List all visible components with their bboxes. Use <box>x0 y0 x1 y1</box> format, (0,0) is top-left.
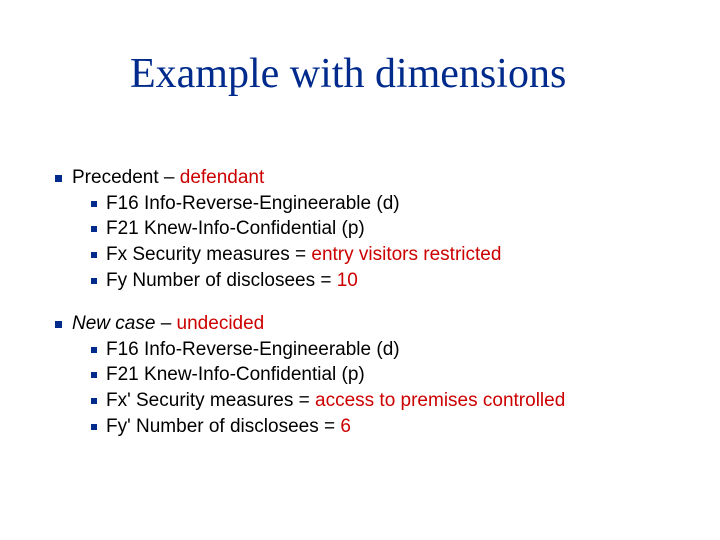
bullet-icon <box>91 278 97 284</box>
item-value: access to premises controlled <box>315 390 565 411</box>
bullet-icon <box>55 321 62 328</box>
list-item: F16 Info-Reverse-Engineerable (d) <box>91 337 680 363</box>
item-value: entry visitors restricted <box>311 244 501 265</box>
bullet-icon <box>91 398 97 404</box>
bullet-icon <box>91 226 97 232</box>
newcase-outcome: undecided <box>177 313 265 334</box>
item-pre: Fy' Number of disclosees = <box>106 416 340 437</box>
newcase-heading: New case – undecided <box>72 311 264 337</box>
list-item: F16 Info-Reverse-Engineerable (d) <box>91 191 680 217</box>
item-pre: Fx Security measures = <box>106 244 311 265</box>
precedent-heading-row: Precedent – defendant <box>55 165 680 191</box>
item-text: Fy Number of disclosees = 10 <box>106 268 358 294</box>
precedent-block: Precedent – defendant F16 Info-Reverse-E… <box>55 165 680 293</box>
list-item: Fy' Number of disclosees = 6 <box>91 414 680 440</box>
item-pre: Fy Number of disclosees = <box>106 270 337 291</box>
newcase-heading-text: New case <box>72 313 155 334</box>
precedent-outcome: defendant <box>180 167 265 188</box>
precedent-items: F16 Info-Reverse-Engineerable (d) F21 Kn… <box>91 191 680 294</box>
item-text: Fy' Number of disclosees = 6 <box>106 414 351 440</box>
list-item: Fy Number of disclosees = 10 <box>91 268 680 294</box>
list-item: F21 Knew-Info-Confidential (p) <box>91 216 680 242</box>
bullet-icon <box>91 424 97 430</box>
slide-body: Precedent – defendant F16 Info-Reverse-E… <box>55 165 680 457</box>
slide: Example with dimensions Precedent – defe… <box>0 0 720 540</box>
item-text: F16 Info-Reverse-Engineerable (d) <box>106 337 400 363</box>
item-text: F16 Info-Reverse-Engineerable (d) <box>106 191 400 217</box>
item-text: F21 Knew-Info-Confidential (p) <box>106 216 365 242</box>
item-text: F21 Knew-Info-Confidential (p) <box>106 362 365 388</box>
item-text: Fx Security measures = entry visitors re… <box>106 242 501 268</box>
item-text: Fx' Security measures = access to premis… <box>106 388 565 414</box>
list-item: F21 Knew-Info-Confidential (p) <box>91 362 680 388</box>
newcase-heading-row: New case – undecided <box>55 311 680 337</box>
item-value: 10 <box>337 270 358 291</box>
newcase-items: F16 Info-Reverse-Engineerable (d) F21 Kn… <box>91 337 680 440</box>
bullet-icon <box>91 252 97 258</box>
list-item: Fx' Security measures = access to premis… <box>91 388 680 414</box>
slide-title: Example with dimensions <box>130 50 670 98</box>
bullet-icon <box>91 201 97 207</box>
bullet-icon <box>55 175 62 182</box>
newcase-block: New case – undecided F16 Info-Reverse-En… <box>55 311 680 439</box>
precedent-heading: Precedent – defendant <box>72 165 264 191</box>
bullet-icon <box>91 372 97 378</box>
list-item: Fx Security measures = entry visitors re… <box>91 242 680 268</box>
precedent-heading-text: Precedent – <box>72 167 180 188</box>
item-value: 6 <box>340 416 351 437</box>
bullet-icon <box>91 347 97 353</box>
item-pre: Fx' Security measures = <box>106 390 315 411</box>
newcase-sep: – <box>155 313 176 334</box>
